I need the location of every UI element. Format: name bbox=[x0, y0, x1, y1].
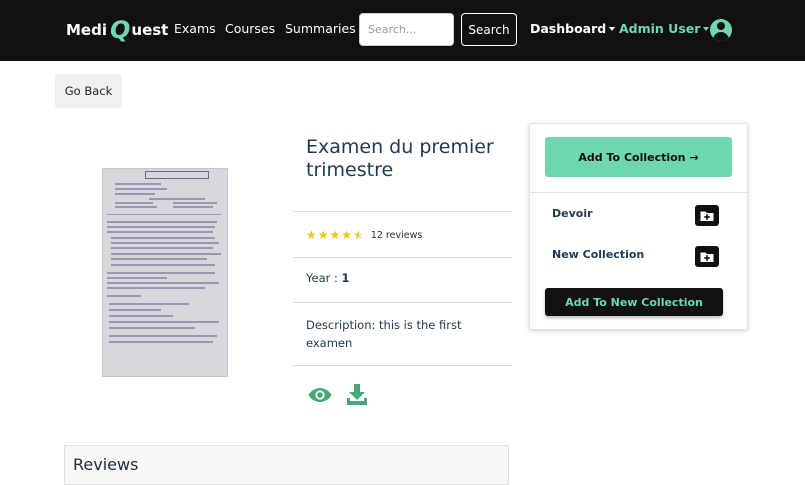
folder-plus-icon bbox=[700, 252, 714, 262]
eye-icon[interactable] bbox=[307, 384, 333, 406]
search-button[interactable]: Search bbox=[461, 13, 517, 46]
add-to-new-collection-folder-button[interactable] bbox=[695, 246, 719, 267]
search-input[interactable] bbox=[359, 13, 454, 46]
user-label: Admin User bbox=[619, 21, 701, 36]
exam-description: Description: this is the first examen bbox=[306, 318, 462, 350]
star-icon: ★ bbox=[317, 228, 329, 242]
collection-name-new-collection: New Collection bbox=[552, 248, 645, 261]
user-dropdown[interactable]: Admin User bbox=[619, 21, 710, 36]
exam-title: Examen du premier trimestre bbox=[306, 136, 494, 181]
reviews-count: 12 reviews bbox=[370, 229, 423, 241]
year-label: Year : bbox=[306, 271, 342, 285]
add-to-new-collection-button[interactable]: Add To New Collection bbox=[545, 288, 723, 316]
nav-link-summaries[interactable]: Summaries bbox=[285, 21, 356, 36]
exam-document-image bbox=[102, 168, 228, 377]
chevron-down-icon bbox=[703, 27, 710, 31]
divider bbox=[530, 192, 747, 193]
brand-q: Q bbox=[109, 16, 131, 44]
nav-link-exams[interactable]: Exams bbox=[174, 21, 216, 36]
download-icon[interactable] bbox=[346, 383, 368, 406]
go-back-button[interactable]: Go Back bbox=[55, 74, 122, 108]
collection-name-devoir: Devoir bbox=[552, 207, 593, 220]
year-info: Year : 1 bbox=[306, 271, 350, 285]
arrow-right-icon: → bbox=[689, 150, 699, 164]
divider bbox=[292, 211, 512, 212]
star-icon: ★ bbox=[306, 228, 317, 242]
reviews-section: Reviews bbox=[64, 445, 509, 485]
star-icon: ★ bbox=[341, 228, 353, 242]
nav-link-courses[interactable]: Courses bbox=[225, 21, 275, 36]
brand-prefix: Medi bbox=[66, 21, 107, 39]
divider bbox=[292, 302, 512, 303]
star-half-icon: ★ bbox=[353, 228, 364, 242]
year-value: 1 bbox=[341, 271, 350, 285]
navbar: Medi Quest Exams Courses Summaries Search… bbox=[0, 0, 805, 61]
divider bbox=[292, 257, 512, 258]
rating: ★ ★ ★ ★ ★ 12 reviews bbox=[306, 228, 422, 242]
add-to-devoir-button[interactable] bbox=[695, 205, 719, 226]
star-icon: ★ bbox=[329, 228, 341, 242]
add-to-collection-label: Add To Collection bbox=[578, 150, 686, 164]
dashboard-dropdown[interactable]: Dashboard bbox=[530, 21, 616, 36]
chevron-down-icon bbox=[609, 27, 616, 31]
user-avatar-icon[interactable] bbox=[710, 19, 732, 41]
folder-plus-icon bbox=[700, 211, 714, 221]
dashboard-label: Dashboard bbox=[530, 21, 607, 36]
brand-logo[interactable]: Medi Quest bbox=[66, 14, 168, 46]
reviews-title: Reviews bbox=[73, 455, 139, 474]
divider bbox=[292, 365, 512, 366]
brand-suffix: uest bbox=[131, 21, 169, 39]
add-to-collection-button[interactable]: Add To Collection → bbox=[545, 137, 732, 177]
